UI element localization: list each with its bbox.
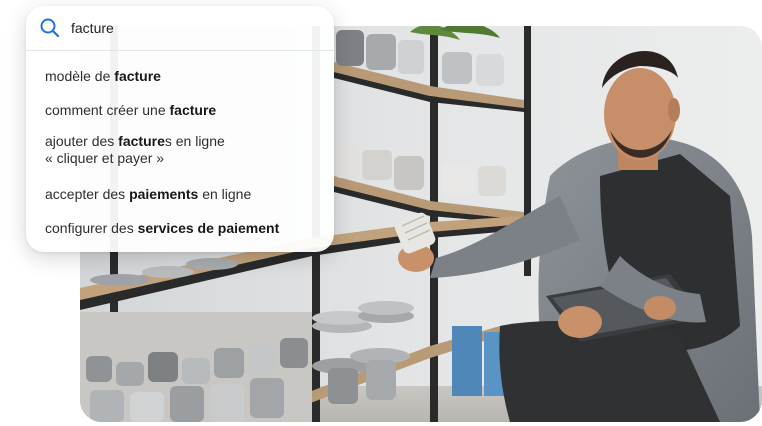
suggestion-item[interactable]: modèle de facture: [26, 59, 334, 93]
suggestion-match: facture: [118, 133, 165, 149]
suggestion-text-line2: « cliquer et payer »: [45, 150, 165, 166]
suggestion-match: facture: [114, 68, 161, 84]
suggestion-item[interactable]: configurer des services de paiement: [26, 212, 334, 246]
suggestion-text: accepter des: [45, 186, 130, 202]
search-suggestion-card: modèle de facture comment créer une fact…: [26, 6, 334, 252]
suggestion-item[interactable]: comment créer une facture: [26, 93, 334, 127]
suggestion-text-suffix: s en ligne: [164, 133, 225, 149]
suggestion-text: comment créer une: [45, 102, 170, 118]
suggestion-list: modèle de facture comment créer une fact…: [26, 51, 334, 246]
search-icon[interactable]: [39, 17, 61, 39]
search-input[interactable]: [71, 20, 291, 36]
search-bar[interactable]: [26, 6, 334, 51]
suggestion-text: configurer des: [45, 220, 138, 236]
suggestion-match: paiements: [129, 186, 199, 202]
suggestion-match: services de paiement: [137, 220, 280, 236]
suggestion-text-suffix: en ligne: [198, 186, 252, 202]
suggestion-text: ajouter des: [45, 133, 119, 149]
suggestion-item[interactable]: accepter des paiements en ligne: [26, 178, 334, 212]
suggestion-text: modèle de: [45, 68, 115, 84]
suggestion-match: facture: [169, 102, 217, 118]
suggestion-item[interactable]: ajouter des factures en ligne « cliquer e…: [26, 127, 334, 178]
